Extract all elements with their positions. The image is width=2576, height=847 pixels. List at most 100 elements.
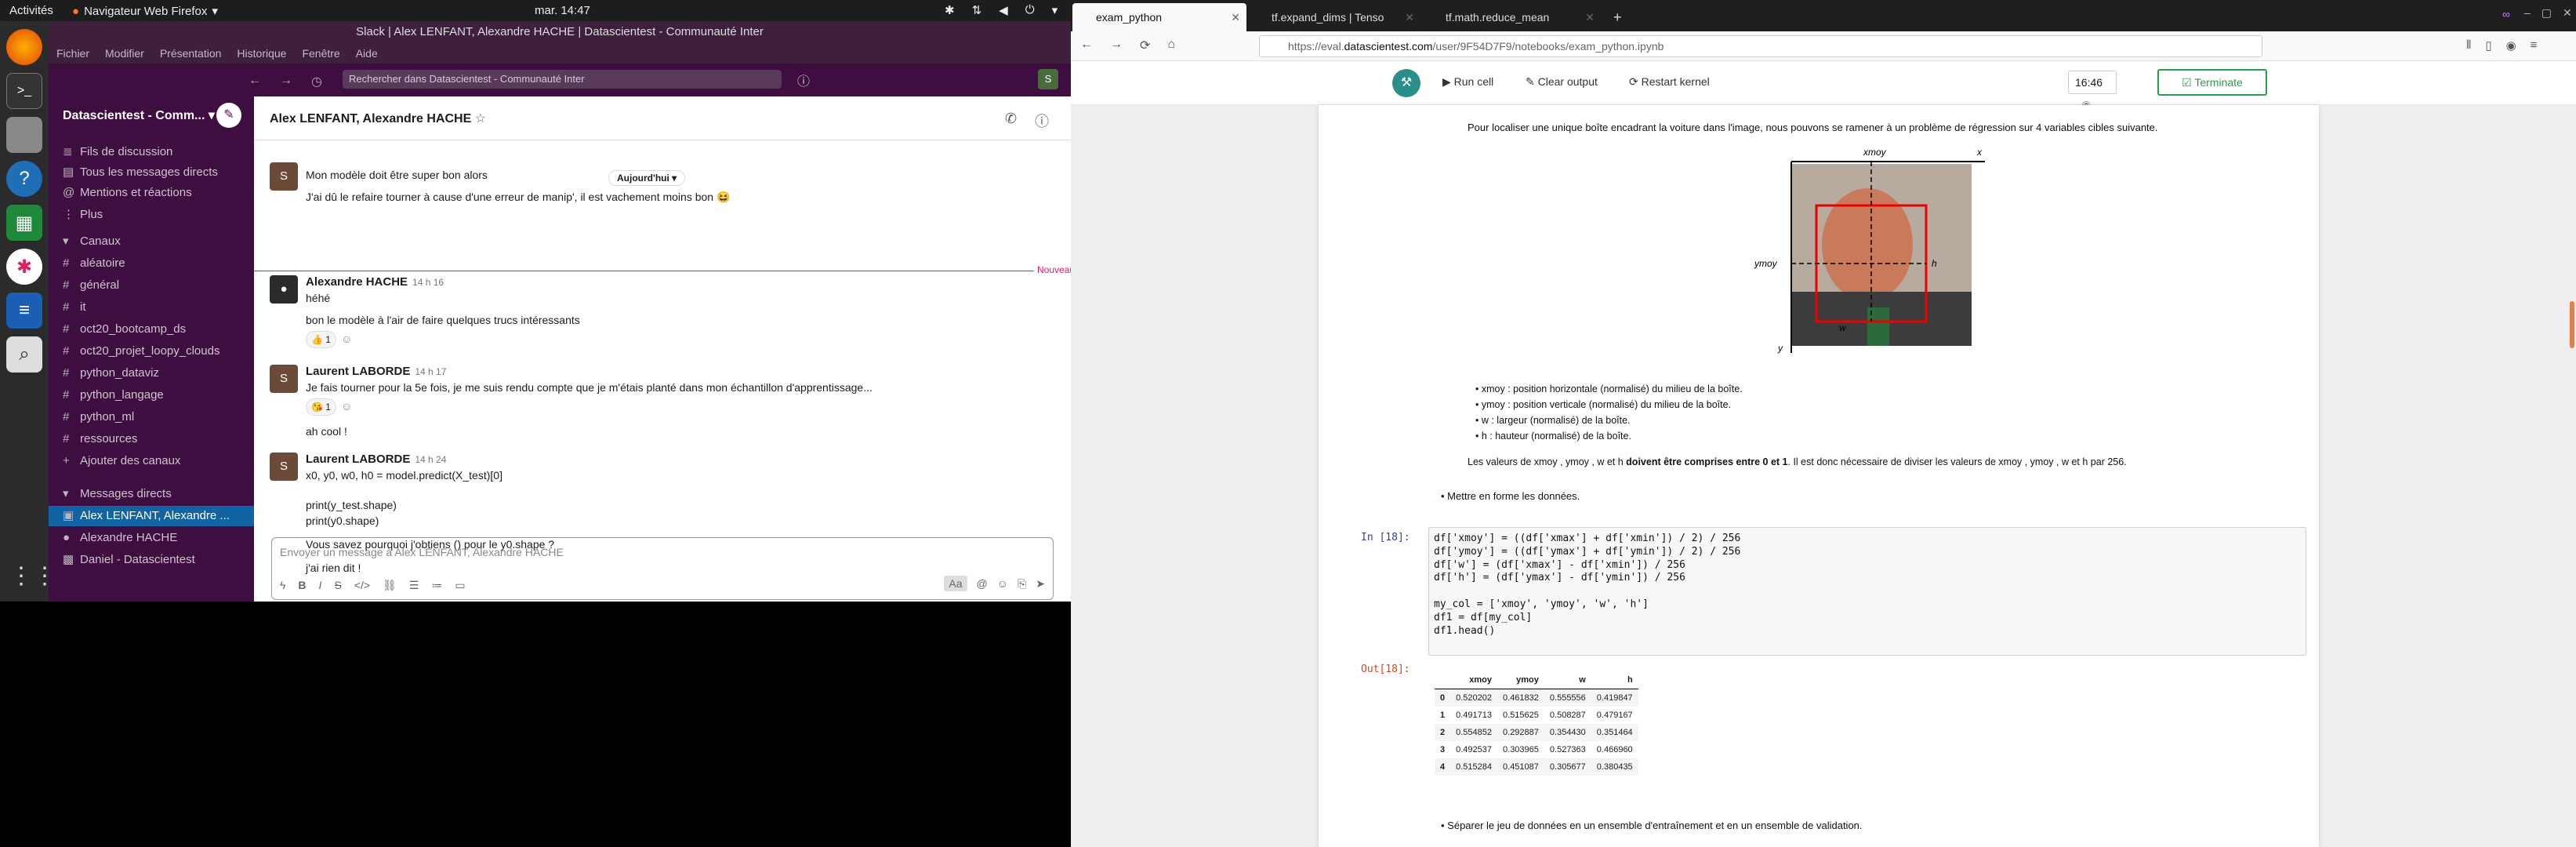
- power-icon[interactable]: ⏻: [1025, 3, 1035, 17]
- help-icon[interactable]: ⓘ: [797, 71, 810, 89]
- maximize-icon[interactable]: ▢: [2542, 6, 2552, 20]
- restart-kernel-button[interactable]: ⟳ Restart kernel: [1629, 75, 1710, 89]
- network-icon[interactable]: ⇅: [972, 3, 982, 17]
- workspace-name[interactable]: Datascientest - Comm... ▾: [63, 107, 215, 123]
- sidebar-item-channel[interactable]: # python_ml: [63, 407, 254, 427]
- sidebar-item-all-dms[interactable]: ▤ Tous les messages directs: [63, 162, 254, 183]
- chat-title[interactable]: Alex LENFANT, Alexandre HACHE ☆: [270, 111, 486, 126]
- spreadsheet-icon[interactable]: ▦: [6, 205, 42, 241]
- activities-button[interactable]: Activités: [9, 4, 53, 17]
- sidebar-item-channel[interactable]: # aléatoire: [63, 253, 254, 274]
- terminal-icon[interactable]: >_: [6, 73, 42, 109]
- sidebar-item-threads[interactable]: ≣ Fils de discussion: [63, 142, 254, 162]
- blockquote-icon[interactable]: ▭: [455, 579, 465, 592]
- firefox-icon[interactable]: [6, 29, 42, 65]
- forward-icon[interactable]: →: [280, 74, 292, 89]
- menu-presentation[interactable]: Présentation: [160, 47, 222, 60]
- phone-icon[interactable]: ✆: [1005, 111, 1017, 127]
- image-viewer-icon[interactable]: ⌕: [6, 336, 42, 373]
- sidebar-item-channel[interactable]: # python_langage: [63, 385, 254, 405]
- formatting-toggle[interactable]: Aa: [944, 576, 967, 591]
- code-cell[interactable]: df['xmoy'] = ((df['xmax'] + df['xmin']) …: [1428, 527, 2306, 656]
- menu-historique[interactable]: Historique: [237, 47, 286, 60]
- message-time[interactable]: 14 h 17: [415, 366, 446, 377]
- message-time[interactable]: 14 h 24: [415, 454, 446, 465]
- clear-output-button[interactable]: ✎ Clear output: [1526, 75, 1598, 89]
- tab-reduce-mean[interactable]: tf.math.reduce_mean ✕: [1422, 3, 1601, 31]
- files-icon[interactable]: [6, 117, 42, 153]
- italic-icon[interactable]: I: [319, 579, 322, 592]
- message-author[interactable]: Alexandre HACHE: [306, 275, 408, 289]
- avatar[interactable]: S: [1038, 69, 1058, 89]
- at-icon[interactable]: @: [977, 577, 988, 590]
- new-tab-button[interactable]: +: [1604, 3, 1635, 31]
- add-reaction-icon[interactable]: ☺: [341, 400, 352, 413]
- sidebar-item-channel[interactable]: # oct20_projet_loopy_clouds: [63, 341, 254, 362]
- sidebar-item-dm[interactable]: ▩ Daniel - Datascientest: [63, 550, 254, 570]
- sidebar-item-channel[interactable]: # python_dataviz: [63, 363, 254, 384]
- channels-header[interactable]: ▾ Canaux: [63, 231, 254, 252]
- forward-icon[interactable]: →: [1110, 38, 1123, 53]
- slack-tray-icon[interactable]: ✱: [945, 3, 955, 17]
- home-icon[interactable]: ⌂: [1167, 38, 1175, 53]
- send-icon[interactable]: ➤: [1036, 577, 1045, 591]
- strike-icon[interactable]: S: [334, 579, 341, 592]
- message-author[interactable]: Laurent LABORDE: [306, 453, 410, 466]
- tab-expand-dims[interactable]: tf.expand_dims | Tenso ✕: [1248, 3, 1420, 31]
- add-channels-button[interactable]: + Ajouter des canaux: [63, 451, 254, 471]
- code-icon[interactable]: </>: [354, 579, 370, 592]
- close-icon[interactable]: ✕: [1231, 3, 1240, 31]
- compose-icon[interactable]: ✎: [216, 103, 241, 128]
- sidebar-item-channel[interactable]: # it: [63, 297, 254, 318]
- sidebar-icon[interactable]: ▯: [2485, 38, 2491, 53]
- document-icon[interactable]: ≡: [6, 293, 42, 329]
- sidebar-item-channel[interactable]: # général: [63, 275, 254, 296]
- emoji-icon[interactable]: ☺: [997, 577, 1008, 590]
- slack-search-input[interactable]: Rechercher dans Datascientest - Communau…: [343, 70, 782, 89]
- system-tray[interactable]: ✱ ⇅ ◀ ⏻ ▾: [945, 3, 1058, 17]
- link-icon[interactable]: ⛓: [383, 579, 397, 592]
- reaction[interactable]: 😘 1: [306, 398, 336, 416]
- close-icon[interactable]: ✕: [1405, 3, 1414, 31]
- message-composer[interactable]: Envoyer un message à Alex LENFANT, Alexa…: [271, 537, 1054, 600]
- date-divider[interactable]: Aujourd'hui ▾: [608, 170, 686, 186]
- minimize-icon[interactable]: –: [2524, 6, 2531, 20]
- close-icon[interactable]: ✕: [2563, 6, 2572, 20]
- add-reaction-icon[interactable]: ☺: [341, 333, 352, 345]
- sidebar-item-more[interactable]: ⋮ Plus: [63, 205, 254, 225]
- terminate-button[interactable]: ☑ Terminate: [2157, 69, 2267, 96]
- menu-modifier[interactable]: Modifier: [105, 47, 144, 60]
- menu-icon[interactable]: ≡: [2531, 38, 2538, 53]
- back-icon[interactable]: ←: [1080, 38, 1093, 53]
- back-icon[interactable]: ←: [249, 74, 261, 89]
- dm-header[interactable]: ▾ Messages directs: [63, 484, 254, 504]
- menu-fenetre[interactable]: Fenêtre: [302, 47, 339, 60]
- sidebar-item-channel[interactable]: # oct20_bootcamp_ds: [63, 319, 254, 340]
- numbered-list-icon[interactable]: ≔: [431, 579, 442, 592]
- reload-icon[interactable]: ⟳: [1140, 38, 1150, 53]
- tab-exam-python[interactable]: exam_python ✕: [1072, 3, 1246, 31]
- list-icon[interactable]: ☰: [409, 579, 419, 592]
- sidebar-item-channel[interactable]: # ressources: [63, 429, 254, 449]
- star-icon[interactable]: ☆: [475, 112, 486, 125]
- menu-aide[interactable]: Aide: [356, 47, 378, 60]
- info-icon[interactable]: ⓘ: [1035, 111, 1049, 131]
- volume-icon[interactable]: ◀: [999, 3, 1008, 17]
- bold-icon[interactable]: B: [298, 579, 306, 592]
- app-menu[interactable]: ● Navigateur Web Firefox ▾: [72, 4, 218, 19]
- clock[interactable]: mar. 14:47: [535, 4, 590, 17]
- message-author[interactable]: Laurent LABORDE: [306, 365, 410, 378]
- message-time[interactable]: 14 h 16: [412, 277, 444, 288]
- run-cell-button[interactable]: ▶ Run cell: [1442, 75, 1493, 89]
- composer-input[interactable]: Envoyer un message à Alex LENFANT, Alexa…: [280, 546, 564, 558]
- attach-icon[interactable]: ⎘: [1018, 577, 1026, 591]
- account-icon[interactable]: ◉: [2506, 38, 2516, 53]
- library-icon[interactable]: ⫴: [2466, 38, 2471, 53]
- close-icon[interactable]: ✕: [1585, 3, 1595, 31]
- sidebar-item-mentions[interactable]: @ Mentions et réactions: [63, 183, 254, 203]
- slack-icon[interactable]: ✱: [6, 249, 42, 285]
- sidebar-item-dm[interactable]: ● Alexandre HACHE: [63, 528, 254, 548]
- url-input[interactable]: https://eval.datascientest.com/user/9F54…: [1259, 35, 2262, 57]
- reaction[interactable]: 👍 1: [306, 331, 336, 348]
- scrollbar[interactable]: [2570, 301, 2574, 348]
